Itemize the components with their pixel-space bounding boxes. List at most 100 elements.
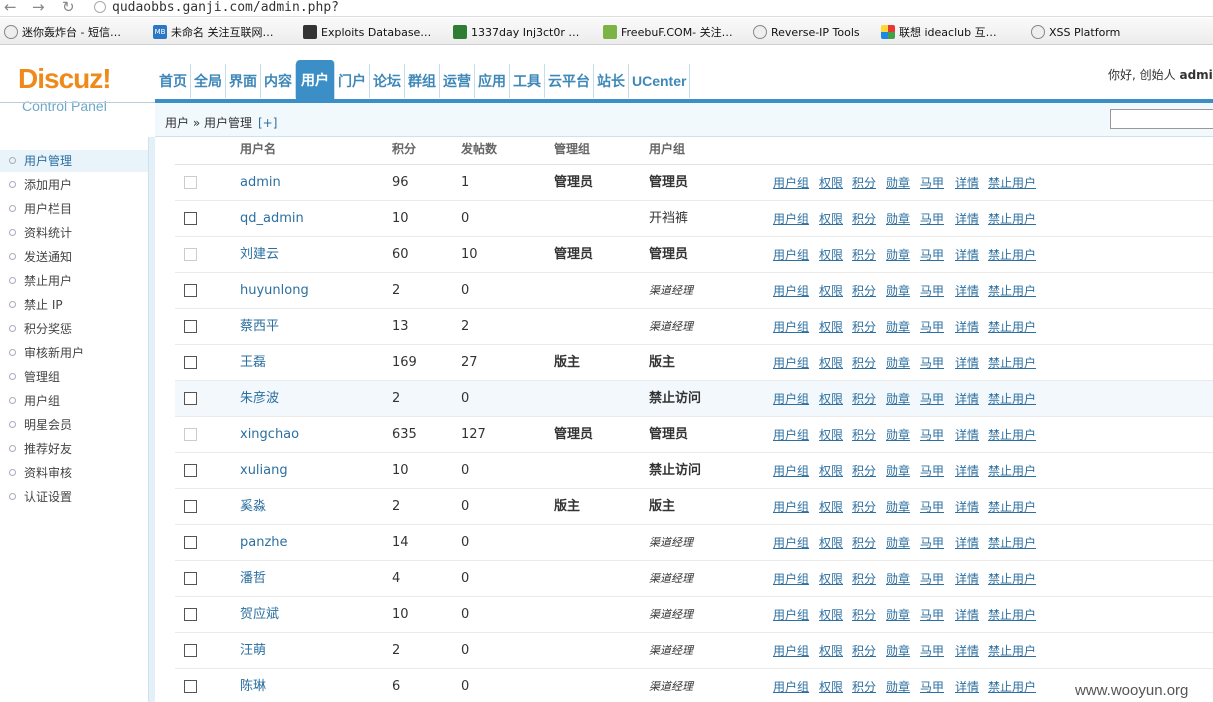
username-link[interactable]: 奚淼: [240, 489, 266, 525]
action-link-2[interactable]: 积分: [852, 644, 876, 658]
refresh-icon[interactable]: ↻: [62, 0, 75, 15]
action-link-0[interactable]: 用户组: [773, 608, 809, 622]
action-link-0[interactable]: 用户组: [773, 392, 809, 406]
action-link-5[interactable]: 详情: [955, 644, 979, 658]
username-link[interactable]: 王磊: [240, 345, 266, 381]
action-link-4[interactable]: 马甲: [920, 500, 944, 514]
tab-webmaster[interactable]: 站长: [594, 64, 629, 98]
action-link-1[interactable]: 权限: [819, 464, 843, 478]
action-link-5[interactable]: 详情: [955, 680, 979, 694]
action-link-1[interactable]: 权限: [819, 500, 843, 514]
action-link-0[interactable]: 用户组: [773, 644, 809, 658]
bookmark-item[interactable]: XSS Platform: [1031, 24, 1120, 40]
row-checkbox[interactable]: [184, 356, 197, 369]
action-link-1[interactable]: 权限: [819, 212, 843, 226]
sidebar-item[interactable]: 积分奖惩: [0, 318, 148, 340]
action-link-4[interactable]: 马甲: [920, 284, 944, 298]
action-link-6[interactable]: 禁止用户: [988, 500, 1036, 514]
tab-home[interactable]: 首页: [156, 64, 191, 98]
expand-button[interactable]: [+]: [258, 116, 277, 130]
username-link[interactable]: 贺应斌: [240, 597, 279, 633]
bookmark-item[interactable]: 迷你轰炸台 - 短信…: [4, 24, 121, 40]
tab-interface[interactable]: 界面: [226, 64, 261, 98]
action-link-3[interactable]: 勋章: [886, 680, 910, 694]
action-link-4[interactable]: 马甲: [920, 212, 944, 226]
action-link-5[interactable]: 详情: [955, 212, 979, 226]
action-link-5[interactable]: 详情: [955, 572, 979, 586]
row-checkbox[interactable]: [184, 320, 197, 333]
action-link-6[interactable]: 禁止用户: [988, 680, 1036, 694]
bookmark-item[interactable]: Reverse-IP Tools: [753, 24, 860, 40]
action-link-0[interactable]: 用户组: [773, 212, 809, 226]
action-link-6[interactable]: 禁止用户: [988, 392, 1036, 406]
forward-icon[interactable]: →: [32, 0, 45, 15]
tab-portal[interactable]: 门户: [335, 64, 370, 98]
username-link[interactable]: xuliang: [240, 453, 288, 489]
bookmark-item[interactable]: 1337day Inj3ct0r …: [453, 24, 579, 40]
action-link-5[interactable]: 详情: [955, 392, 979, 406]
breadcrumb-path[interactable]: 用户 » 用户管理: [165, 116, 252, 130]
back-icon[interactable]: ←: [4, 0, 17, 15]
sidebar-item[interactable]: 推荐好友: [0, 438, 148, 460]
action-link-5[interactable]: 详情: [955, 284, 979, 298]
action-link-0[interactable]: 用户组: [773, 536, 809, 550]
action-link-2[interactable]: 积分: [852, 428, 876, 442]
action-link-4[interactable]: 马甲: [920, 572, 944, 586]
action-link-4[interactable]: 马甲: [920, 176, 944, 190]
tab-apps[interactable]: 应用: [475, 64, 510, 98]
sidebar-item[interactable]: 认证设置: [0, 486, 148, 508]
action-link-5[interactable]: 详情: [955, 608, 979, 622]
action-link-1[interactable]: 权限: [819, 320, 843, 334]
action-link-2[interactable]: 积分: [852, 608, 876, 622]
row-checkbox[interactable]: [184, 608, 197, 621]
tab-forum[interactable]: 论坛: [370, 64, 405, 98]
action-link-1[interactable]: 权限: [819, 680, 843, 694]
sidebar-item[interactable]: 审核新用户: [0, 342, 148, 364]
action-link-1[interactable]: 权限: [819, 608, 843, 622]
action-link-2[interactable]: 积分: [852, 464, 876, 478]
sidebar-item[interactable]: 明星会员: [0, 414, 148, 436]
action-link-1[interactable]: 权限: [819, 176, 843, 190]
action-link-3[interactable]: 勋章: [886, 284, 910, 298]
username-link[interactable]: 朱彦波: [240, 381, 279, 417]
action-link-4[interactable]: 马甲: [920, 320, 944, 334]
current-username[interactable]: admi: [1179, 68, 1212, 82]
action-link-1[interactable]: 权限: [819, 248, 843, 262]
bookmark-item[interactable]: Exploits Database…: [303, 24, 431, 40]
action-link-3[interactable]: 勋章: [886, 392, 910, 406]
sidebar-item[interactable]: 用户栏目: [0, 198, 148, 220]
tab-users[interactable]: 用户: [296, 60, 335, 100]
action-link-4[interactable]: 马甲: [920, 680, 944, 694]
action-link-0[interactable]: 用户组: [773, 284, 809, 298]
action-link-6[interactable]: 禁止用户: [988, 536, 1036, 550]
action-link-0[interactable]: 用户组: [773, 176, 809, 190]
row-checkbox[interactable]: [184, 536, 197, 549]
action-link-2[interactable]: 积分: [852, 248, 876, 262]
username-link[interactable]: qd_admin: [240, 201, 304, 237]
action-link-0[interactable]: 用户组: [773, 500, 809, 514]
action-link-5[interactable]: 详情: [955, 428, 979, 442]
action-link-3[interactable]: 勋章: [886, 572, 910, 586]
sidebar-item[interactable]: 资料统计: [0, 222, 148, 244]
row-checkbox[interactable]: [184, 212, 197, 225]
action-link-6[interactable]: 禁止用户: [988, 320, 1036, 334]
action-link-1[interactable]: 权限: [819, 536, 843, 550]
action-link-3[interactable]: 勋章: [886, 536, 910, 550]
bookmark-item[interactable]: FreebuF.COM- 关注…: [603, 24, 733, 40]
tab-tools[interactable]: 工具: [510, 64, 545, 98]
action-link-0[interactable]: 用户组: [773, 680, 809, 694]
action-link-5[interactable]: 详情: [955, 464, 979, 478]
action-link-2[interactable]: 积分: [852, 536, 876, 550]
action-link-3[interactable]: 勋章: [886, 176, 910, 190]
action-link-3[interactable]: 勋章: [886, 464, 910, 478]
sidebar-item[interactable]: 资料审核: [0, 462, 148, 484]
action-link-0[interactable]: 用户组: [773, 320, 809, 334]
url-field[interactable]: qudaobbs.ganji.com/admin.php?: [112, 0, 339, 15]
action-link-0[interactable]: 用户组: [773, 572, 809, 586]
action-link-3[interactable]: 勋章: [886, 500, 910, 514]
row-checkbox[interactable]: [184, 392, 197, 405]
action-link-3[interactable]: 勋章: [886, 320, 910, 334]
tab-groups[interactable]: 群组: [405, 64, 440, 98]
action-link-5[interactable]: 详情: [955, 500, 979, 514]
action-link-4[interactable]: 马甲: [920, 392, 944, 406]
